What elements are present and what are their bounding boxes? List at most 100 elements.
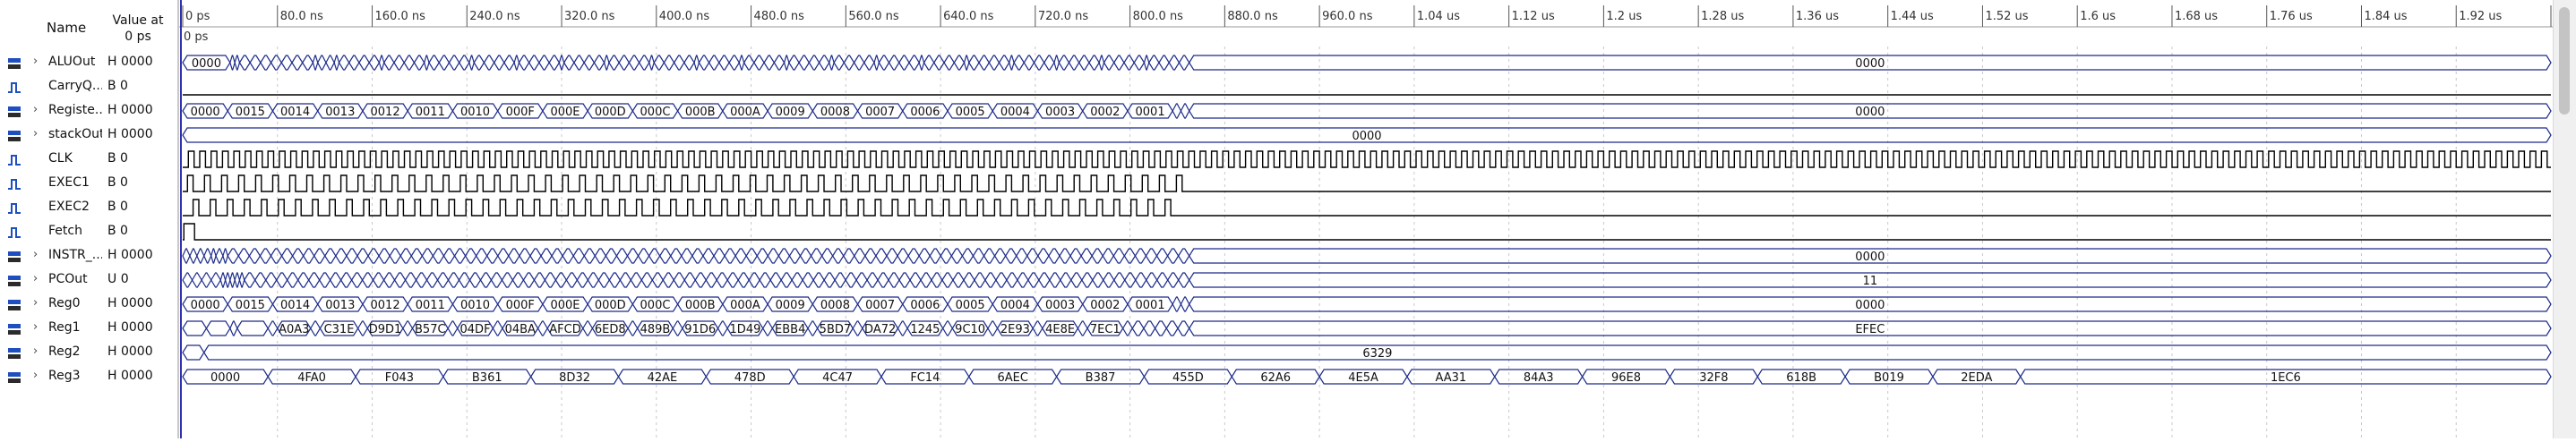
bus-segment [205, 320, 231, 336]
bus-transition-segment [681, 248, 693, 264]
bus-icon [7, 105, 21, 117]
waveform-area[interactable]: 0 ps 80.0 ns 160.0 ns 240.0 ns 320.0 ns 400.0… [179, 0, 2576, 438]
bus-value-label: 0014 [280, 106, 310, 119]
value-column-header[interactable]: Value at 0 ps [106, 13, 170, 45]
signal-row-reg1[interactable]: › Reg1 H 0000 [0, 317, 179, 341]
chevron-right-icon[interactable]: › [33, 272, 38, 285]
bus-value-label: 0001 [1136, 299, 1165, 312]
bus-value-label: 0009 [776, 299, 805, 312]
bus-transition-segment [1059, 248, 1071, 264]
signal-row-exec1[interactable]: EXEC1 B 0 [0, 172, 179, 196]
bus-segment [402, 320, 414, 336]
chevron-right-icon[interactable]: › [33, 296, 38, 310]
signal-row-reg0[interactable]: › Reg0 H 0000 [0, 293, 179, 317]
bus-transition-segment [329, 272, 342, 288]
signal-row-reg3[interactable]: › Reg3 H 0000 [0, 365, 179, 389]
signal-row-reg2[interactable]: › Reg2 H 0000 [0, 341, 179, 365]
bus-transition-segment [576, 272, 589, 288]
bus-transition-segment [291, 55, 304, 71]
chevron-right-icon[interactable]: › [33, 248, 38, 261]
chevron-right-icon[interactable]: › [33, 127, 38, 140]
bus-value-label: B387 [1086, 371, 1116, 385]
bus-value-label: 489B [640, 323, 671, 336]
bus-value-label: AFCD [549, 323, 580, 336]
bus-icon [7, 370, 21, 383]
signal-row-carryq[interactable]: CarryQ... B 0 [0, 75, 179, 99]
bus-segment [234, 55, 241, 71]
chevron-right-icon[interactable]: › [33, 55, 38, 68]
bus-value-label: 2EDA [1961, 371, 1992, 385]
signal-list-panel: Name Value at 0 ps › ALUOut H 0000 CarryQ..… [0, 0, 179, 438]
bus-transition-segment [798, 55, 811, 71]
signal-row-instr[interactable]: › INSTR_... H 0000 [0, 244, 179, 268]
name-column-header[interactable]: Name [47, 20, 86, 36]
bus-transition-segment [988, 55, 1000, 71]
vertical-scrollbar[interactable] [2553, 0, 2576, 438]
bus-transition-segment [705, 272, 717, 288]
bus-icon [7, 298, 21, 310]
ruler-tick-label: 240.0 ns [469, 10, 520, 23]
bus-value-label: 0004 [1000, 106, 1030, 119]
signal-row-aluout[interactable]: › ALUOut H 0000 [0, 51, 179, 75]
signal-row-registe[interactable]: › Registe... H 0000 [0, 99, 179, 123]
chevron-right-icon[interactable]: › [33, 103, 38, 116]
bus-transition-segment [594, 248, 607, 264]
bus-transition-segment [548, 55, 561, 71]
bus-transition-segment [898, 55, 910, 71]
signal-name: stackOut [48, 127, 102, 141]
bus-transition-segment [468, 272, 482, 288]
bus-segment [693, 55, 700, 71]
signal-row-exec2[interactable]: EXEC2 B 0 [0, 196, 179, 220]
bus-segment [182, 272, 193, 288]
bus-transition-segment [983, 248, 996, 264]
waveform-canvas[interactable]: 0 ps 80.0 ns 160.0 ns 240.0 ns 320.0 ns 400.0… [179, 0, 2576, 438]
chevron-right-icon[interactable]: › [33, 320, 38, 334]
bus-transition-segment [788, 248, 802, 264]
bus-segment [717, 320, 728, 336]
bus-transition-segment [518, 55, 530, 71]
bus-transition-segment [573, 55, 585, 71]
chevron-right-icon[interactable]: › [33, 369, 38, 382]
signal-row-clk[interactable]: CLK B 0 [0, 148, 179, 172]
bus-transition-segment [1146, 272, 1158, 288]
bus-value-label: 8D32 [559, 371, 590, 385]
bus-transition-segment [909, 272, 922, 288]
bus-value-label: 0012 [371, 299, 400, 312]
bus-segment [513, 55, 520, 71]
bus-segment [310, 320, 322, 336]
bus-value-label: 0000 [191, 106, 220, 119]
bus-transition-segment [324, 248, 337, 264]
signal-row-stackout[interactable]: › stackOut H 0000 [0, 123, 179, 148]
signal-row-pcout[interactable]: › PCOut U 0 [0, 268, 179, 293]
bus-value-label: 000C [640, 106, 671, 119]
bus-transition-segment [280, 248, 294, 264]
bus-value-label: 91D6 [684, 323, 716, 336]
bus-segment [215, 248, 224, 264]
bus-transition-segment [759, 272, 771, 288]
bus-transition-segment [538, 55, 550, 71]
bus-transition-segment [1013, 55, 1025, 71]
bus-transition-segment [763, 55, 776, 71]
bus-segment [333, 55, 340, 71]
bus-segment [1009, 55, 1015, 71]
time-ruler: 0 ps 80.0 ns 160.0 ns 240.0 ns 320.0 ns 400.0… [179, 5, 2576, 28]
bus-transition-segment [438, 55, 451, 71]
bus-transition-segment [898, 272, 911, 288]
bus-transition-segment [511, 272, 525, 288]
bus-icon [7, 250, 21, 262]
chevron-right-icon[interactable]: › [33, 344, 38, 358]
bus-transition-segment [615, 248, 629, 264]
bus-transition-segment [843, 248, 855, 264]
bus-transition-segment [864, 248, 877, 264]
bus-segment [189, 248, 198, 264]
scrollbar-thumb[interactable] [2559, 7, 2570, 115]
bus-transition-segment [974, 272, 986, 288]
bus-transition-segment [1004, 248, 1018, 264]
waveform-trace: 0000 0015 0014 0013 0012 0011 0010 000F 000E 000D… [182, 103, 2552, 119]
bus-transition-segment [501, 272, 514, 288]
bus-transition-segment [943, 55, 955, 71]
bus-segment [963, 55, 970, 71]
signal-row-fetch[interactable]: Fetch B 0 [0, 220, 179, 244]
bus-segment [356, 320, 368, 336]
bus-transition-segment [968, 55, 980, 71]
